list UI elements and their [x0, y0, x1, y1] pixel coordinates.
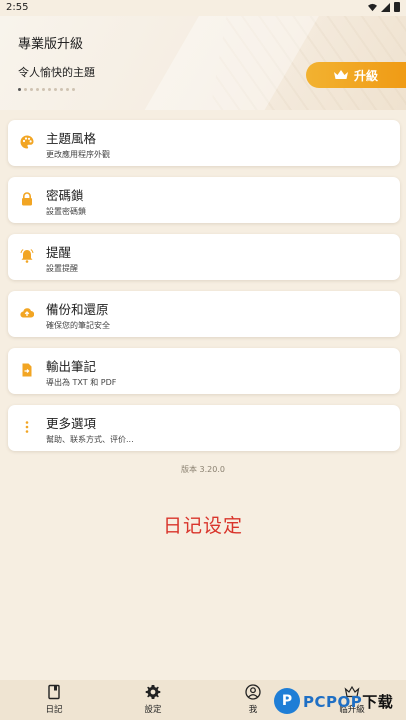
pro-title: 專業版升級 [18, 37, 84, 52]
carousel-dot [42, 88, 45, 91]
menu-item-more[interactable]: 更多選項 幫助、联系方式、评价... [8, 405, 400, 451]
watermark-brand: PCPOP [303, 692, 363, 711]
gear-icon [145, 685, 161, 699]
watermark-text: PCPOP下载 [303, 691, 393, 712]
menu-item-desc: 設置提醒 [46, 264, 78, 273]
menu-item-desc: 導出為 TXT 和 PDF [46, 378, 117, 387]
carousel-dot [54, 88, 57, 91]
wifi-icon [368, 3, 377, 11]
more-vertical-icon [25, 421, 29, 433]
status-icons [368, 2, 400, 12]
menu-item-passcode[interactable]: 密碼鎖 設置密碼鎖 [8, 177, 400, 223]
upgrade-button[interactable]: 升級 [306, 62, 406, 88]
menu-item-theme[interactable]: 主題風格 更改應用程序外觀 [8, 120, 400, 166]
menu-item-desc: 設置密碼鎖 [46, 207, 86, 216]
pcpop-watermark: P PCPOP下载 [274, 684, 400, 718]
palette-icon [20, 135, 34, 149]
carousel-dot [48, 88, 51, 91]
watermark-suffix: 下载 [362, 692, 394, 711]
menu-item-title: 更多選項 [46, 416, 97, 431]
menu-item-title: 備份和還原 [46, 302, 109, 317]
carousel-dot [72, 88, 75, 91]
status-time: 2:55 [6, 2, 29, 13]
pro-subtitle: 令人愉快的主題 [18, 66, 95, 79]
carousel-dot [66, 88, 69, 91]
journal-icon [48, 684, 60, 700]
menu-item-title: 主題風格 [46, 131, 97, 146]
menu-item-title: 密碼鎖 [46, 188, 84, 203]
menu-item-desc: 確保您的筆記安全 [46, 321, 110, 330]
bell-icon [20, 249, 34, 263]
upgrade-label: 升級 [353, 68, 378, 83]
carousel-dot [30, 88, 33, 91]
menu-item-desc: 幫助、联系方式、评价... [46, 435, 134, 444]
menu-item-export[interactable]: 輸出筆記 導出為 TXT 和 PDF [8, 348, 400, 394]
carousel-dot [60, 88, 63, 91]
menu-item-title: 輸出筆記 [46, 359, 97, 374]
nav-label: 設定 [144, 705, 162, 715]
menu-item-backup[interactable]: 備份和還原 確保您的筆記安全 [8, 291, 400, 337]
crown-icon [333, 70, 348, 79]
carousel-dot [18, 88, 21, 91]
cloud-upload-icon [20, 308, 34, 318]
user-icon [245, 684, 261, 700]
menu-item-reminder[interactable]: 提醒 設置提醒 [8, 234, 400, 280]
version-text: 版本 3.20.0 [181, 465, 225, 474]
screen-caption: 日记设定 [162, 515, 243, 537]
carousel-dot [36, 88, 39, 91]
nav-item-settings[interactable]: 設定 [123, 684, 183, 715]
carousel-dot [24, 88, 27, 91]
pro-upgrade-banner[interactable]: 專業版升級 令人愉快的主題 升級 [0, 16, 406, 110]
battery-icon [394, 2, 400, 12]
carousel-dots [18, 88, 75, 91]
nav-item-journal[interactable]: 日記 [24, 684, 84, 715]
watermark-logo: P [274, 688, 300, 714]
menu-item-title: 提醒 [46, 245, 72, 260]
file-export-icon [22, 363, 32, 377]
lock-icon [22, 192, 32, 206]
menu-item-desc: 更改應用程序外觀 [46, 150, 110, 159]
signal-icon [381, 2, 390, 12]
nav-label: 日記 [45, 705, 63, 715]
status-bar: 2:55 [0, 0, 406, 16]
